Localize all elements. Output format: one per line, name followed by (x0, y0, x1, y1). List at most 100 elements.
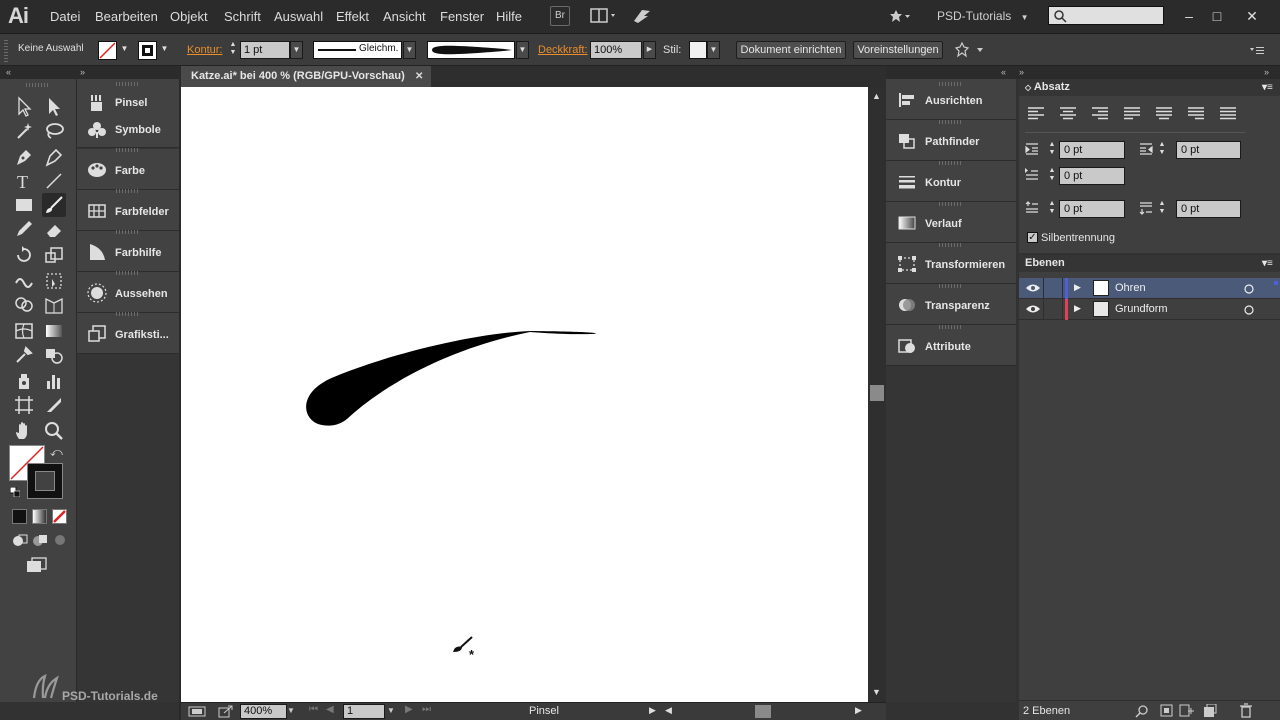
paragraph-panel-title[interactable]: Absatz (1034, 81, 1070, 93)
control-panel-menu-icon[interactable] (1250, 46, 1266, 56)
dock-grip[interactable] (116, 312, 140, 316)
dock-item-symbole[interactable]: Symbole (77, 117, 179, 144)
justify-left-icon[interactable] (1123, 107, 1141, 121)
target-circle-icon[interactable] (1243, 283, 1255, 295)
selection-indicator[interactable] (1274, 281, 1278, 285)
draw-inside-icon[interactable] (52, 533, 68, 547)
dock-grip[interactable] (939, 120, 963, 124)
eraser-tool-icon[interactable] (42, 217, 66, 241)
dock-grip[interactable] (116, 271, 140, 275)
tools-grip[interactable] (26, 83, 50, 87)
gradient-tool-icon[interactable] (42, 319, 66, 343)
fill-dropdown[interactable]: ▼ (118, 41, 131, 59)
space-before-field[interactable]: 0 pt (1059, 200, 1125, 218)
dock-item-pathfinder[interactable]: Pathfinder (886, 120, 1016, 161)
selection-tool-icon[interactable] (12, 95, 36, 119)
justify-right-icon[interactable] (1187, 107, 1205, 121)
previous-artboard-button[interactable]: ◀ (326, 704, 334, 715)
dock-item-pinsel[interactable]: Pinsel (77, 90, 179, 117)
expand-dock-icon[interactable]: » (80, 67, 85, 77)
scroll-down-arrow[interactable]: ▼ (872, 687, 881, 697)
document-tab[interactable]: Katze.ai* bei 400 % (RGB/GPU-Vorschau) ✕ (181, 66, 431, 87)
brush-dropdown[interactable]: ▼ (516, 41, 529, 59)
lock-toggle[interactable] (1043, 278, 1063, 299)
paintbrush-tool-icon[interactable] (42, 193, 66, 217)
menu-bearbeiten[interactable]: Bearbeiten (95, 9, 158, 24)
scroll-left-arrow[interactable]: ◀ (665, 705, 672, 716)
swap-fill-stroke-icon[interactable]: ⤺ (50, 445, 63, 460)
stroke-swatch[interactable] (138, 41, 157, 60)
line-tool-icon[interactable] (42, 169, 66, 193)
dock-item-aussehen[interactable]: Aussehen (77, 271, 179, 313)
panel-menu-icon[interactable]: ▾≡ (1262, 79, 1273, 96)
sync-settings-icon[interactable] (888, 8, 912, 24)
align-center-icon[interactable] (1059, 107, 1077, 121)
expand-layer-icon[interactable]: ▶ (1074, 282, 1081, 293)
dock-item-farbe[interactable]: Farbe (77, 148, 179, 190)
variable-width-profile[interactable]: Gleichm. (313, 41, 402, 59)
help-search-input[interactable] (1048, 6, 1164, 25)
stroke-label[interactable]: Kontur: (187, 44, 222, 56)
profile-dropdown[interactable]: ▼ (403, 41, 416, 59)
dock-item-ausrichten[interactable]: Ausrichten (886, 79, 1016, 120)
close-tab-icon[interactable]: ✕ (415, 66, 423, 87)
dock-item-attribute[interactable]: Attribute (886, 325, 1016, 366)
align-right-icon[interactable] (1091, 107, 1109, 121)
space-after-spinner[interactable]: ▲ ▼ (1157, 200, 1167, 218)
lock-toggle[interactable] (1043, 299, 1063, 320)
menu-effekt[interactable]: Effekt (336, 9, 369, 24)
collapse-right-dock-icon[interactable]: » (1019, 67, 1024, 77)
close-button[interactable]: ✕ (1240, 6, 1264, 26)
magic-wand-tool-icon[interactable] (12, 119, 36, 143)
vertical-scroll-thumb[interactable] (870, 385, 884, 401)
stroke-weight-spinner[interactable]: ▲ ▼ (228, 41, 238, 59)
dock-grip[interactable] (116, 189, 140, 193)
arrange-documents-icon[interactable] (590, 7, 618, 25)
dock-grip[interactable] (116, 230, 140, 234)
graphic-style-dropdown[interactable]: ▼ (707, 41, 720, 59)
draw-behind-icon[interactable] (32, 533, 48, 547)
dock-grip[interactable] (939, 243, 963, 247)
curvature-tool-icon[interactable] (42, 145, 66, 169)
document-setup-button[interactable]: Dokument einrichten (736, 41, 846, 59)
free-transform-tool-icon[interactable] (42, 269, 66, 293)
control-bar-grip[interactable] (4, 38, 8, 62)
collapse-right-panels-icon[interactable]: » (1264, 67, 1269, 77)
share-icon[interactable] (218, 705, 234, 718)
layer-name[interactable]: Grundform (1115, 303, 1168, 315)
type-tool-icon[interactable]: T (12, 169, 36, 193)
layer-row-grundform[interactable]: ▶ Grundform (1019, 299, 1280, 320)
left-indent-spinner[interactable]: ▲ ▼ (1047, 141, 1057, 159)
scroll-up-arrow[interactable]: ▲ (872, 91, 881, 101)
isolate-mode-icon[interactable] (954, 42, 986, 58)
dock-grip[interactable] (939, 284, 963, 288)
mesh-tool-icon[interactable] (12, 319, 36, 343)
dock-grip[interactable] (939, 161, 963, 165)
menu-objekt[interactable]: Objekt (170, 9, 208, 24)
justify-center-icon[interactable] (1155, 107, 1173, 121)
panel-collapse-icon[interactable]: ◇ (1025, 83, 1031, 92)
preferences-button[interactable]: Voreinstellungen (853, 41, 943, 59)
new-sublayer-icon[interactable] (1179, 704, 1195, 718)
dock-grip[interactable] (939, 82, 963, 86)
stroke-dropdown[interactable]: ▼ (158, 41, 171, 59)
space-after-field[interactable]: 0 pt (1176, 200, 1241, 218)
lasso-tool-icon[interactable] (42, 119, 66, 143)
hand-tool-icon[interactable] (12, 419, 36, 443)
zoom-tool-icon[interactable] (42, 419, 66, 443)
dock-grip[interactable] (939, 202, 963, 206)
pen-tool-icon[interactable] (12, 145, 36, 169)
perspective-grid-tool-icon[interactable] (42, 293, 66, 317)
maximize-button[interactable]: □ (1205, 6, 1229, 26)
opacity-field[interactable]: 100% (590, 41, 642, 59)
panel-menu-icon[interactable]: ▾≡ (1262, 255, 1273, 272)
dock-item-grafikstile[interactable]: Grafiksti... (77, 312, 179, 354)
first-line-indent-field[interactable]: 0 pt (1059, 167, 1125, 185)
artboard-tool-icon[interactable] (12, 393, 36, 417)
align-left-icon[interactable] (1027, 107, 1045, 121)
brush-definition[interactable] (427, 41, 515, 59)
slice-tool-icon[interactable] (42, 393, 66, 417)
locate-object-icon[interactable] (1135, 704, 1149, 718)
default-fill-stroke-icon[interactable] (10, 487, 20, 497)
dock-item-kontur[interactable]: Kontur (886, 161, 1016, 202)
